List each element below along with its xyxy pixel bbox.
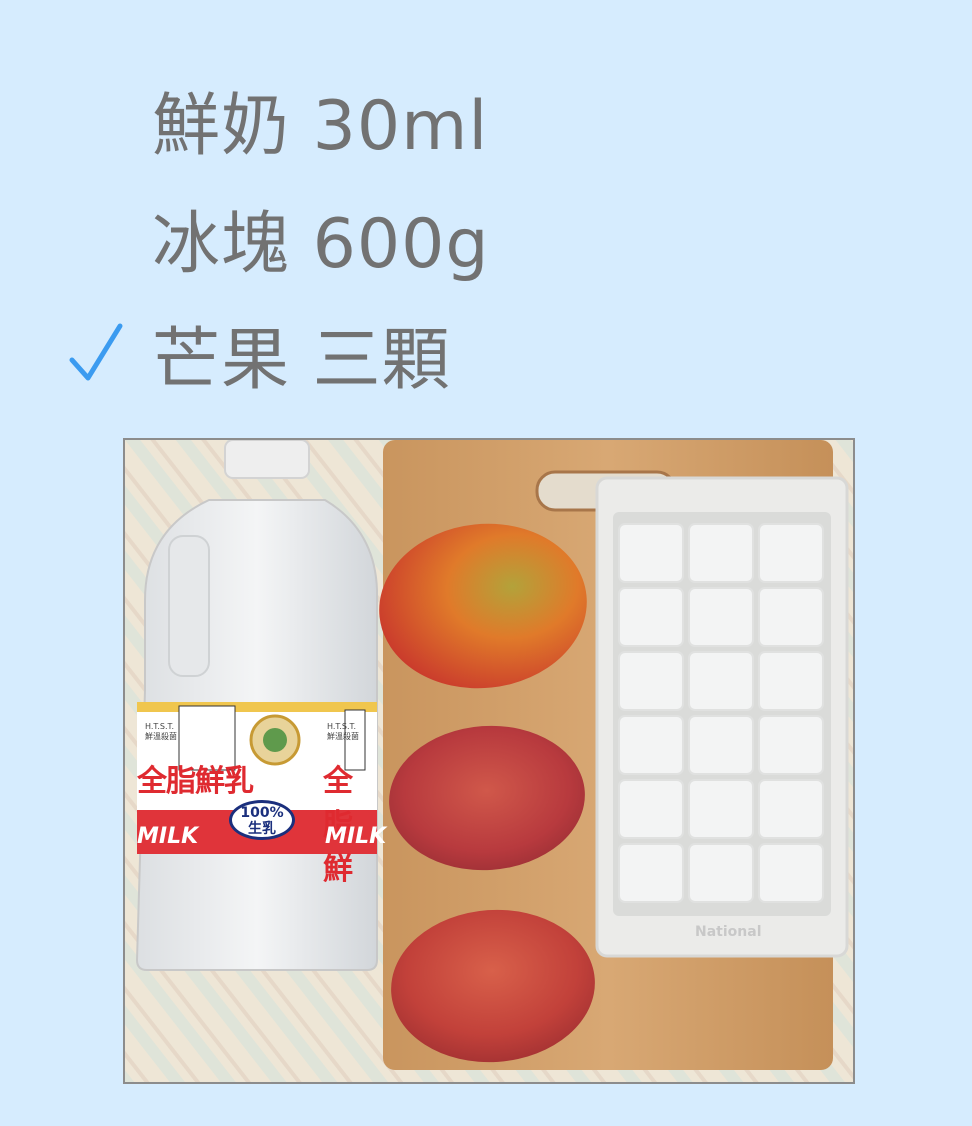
checklist-item-mango[interactable]: 芒果 三顆 (0, 306, 972, 416)
ingredients-photo-illustration (125, 440, 853, 1082)
checklist-item-label: 鮮奶 30ml (152, 87, 489, 166)
checklist-item-label: 芒果 三顆 (152, 321, 451, 400)
checklist-item-label: 冰塊 600g (152, 205, 490, 284)
checkmark-icon (66, 320, 126, 390)
checklist-item-milk[interactable]: 鮮奶 30ml (0, 72, 972, 182)
checklist-item-ice[interactable]: 冰塊 600g (0, 190, 972, 300)
ice-tray-brand: National (695, 924, 762, 940)
ingredients-photo: H.T.S.T. 鮮溫殺菌 H.T.S.T. 鮮溫殺菌 全脂鮮乳 全脂鮮 100… (123, 438, 855, 1084)
